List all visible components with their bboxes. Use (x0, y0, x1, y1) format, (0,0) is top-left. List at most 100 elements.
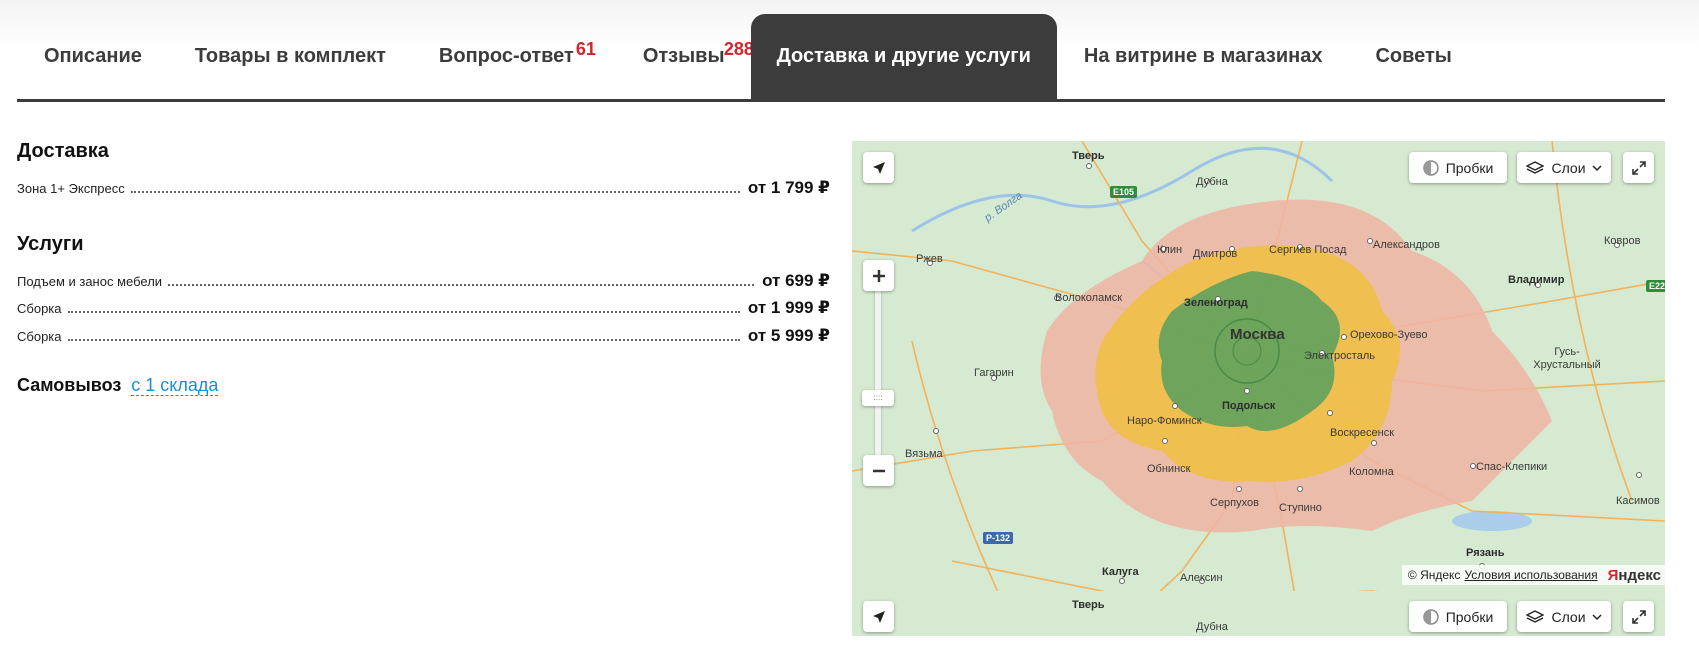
map-road-sign: E22 (1646, 280, 1665, 292)
delivery-title: Доставка (17, 140, 109, 162)
map-label-city: Обнинск (1147, 463, 1191, 475)
layers-button[interactable]: Слои (1517, 601, 1611, 632)
questions-count-badge: 61 (575, 39, 596, 59)
map-road-sign: Р-132 (983, 532, 1014, 544)
yandex-logo-rest: ндекс (1618, 566, 1661, 584)
map-label-city: Касимов (1616, 495, 1660, 507)
map-label-city: Спас-Клепики (1476, 461, 1548, 473)
tab-label: Описание (44, 45, 142, 67)
traffic-label: Пробки (1445, 159, 1494, 176)
dotted-leader (67, 339, 740, 341)
service-label: Подъем и занос мебели (17, 274, 163, 289)
fullscreen-icon (1631, 609, 1647, 625)
service-price: от 699 ₽ (762, 271, 830, 290)
map-label-city: Подольск (1222, 400, 1276, 412)
tab-delivery[interactable]: Доставка и другие услуги (750, 14, 1057, 99)
service-label: Сборка (17, 301, 62, 316)
map-label-city: Тверь (1072, 599, 1105, 611)
map-label-city: Наро-Фоминск (1127, 415, 1202, 427)
delivery-label: Зона 1+ Экспресс (17, 181, 125, 196)
map-label-city: Электросталь (1304, 350, 1375, 362)
tab-label: Вопрос-ответ (438, 45, 574, 67)
map-label-city: Серпухов (1210, 497, 1259, 509)
traffic-icon (1422, 608, 1439, 625)
service-price: от 1 999 ₽ (747, 298, 830, 317)
map-label-city: Дубна (1196, 621, 1228, 633)
tab-reviews[interactable]: Отзывы 288 (643, 14, 754, 99)
map-label-city: Рязань (1466, 547, 1505, 559)
map-label-city: Александров (1373, 239, 1440, 251)
map-label-city: Коломна (1349, 466, 1394, 478)
fullscreen-button[interactable] (1623, 152, 1654, 183)
copyright-text: © Яндекс (1407, 568, 1461, 582)
traffic-button[interactable]: Пробки (1409, 601, 1507, 632)
delivery-zones-map[interactable]: Тверь Дубна E105 р. Волга Клин Дмитров С… (852, 141, 1665, 636)
services-title: Услуги (17, 233, 84, 255)
map-label-city: Ступино (1279, 502, 1322, 514)
map-label-city: Зеленоград (1184, 297, 1248, 309)
dotted-leader (130, 191, 740, 193)
map-label-city: Тверь (1072, 150, 1105, 162)
delivery-row: Зона 1+ Экспресс от 1 799 ₽ (17, 174, 830, 198)
fullscreen-button[interactable] (1623, 601, 1654, 632)
chevron-down-icon (1591, 164, 1602, 172)
tab-in-stores[interactable]: На витрине в магазинах (1084, 14, 1323, 99)
map-copyright: © Яндекс Условия использования Яндекс (1401, 565, 1665, 585)
map-label-city: Дубна (1196, 176, 1228, 188)
tab-questions[interactable]: Вопрос-ответ 61 (438, 14, 596, 99)
tab-label: Советы (1375, 45, 1452, 67)
arrow-locate-icon (871, 609, 887, 625)
layers-label: Слои (1551, 608, 1586, 625)
map-road-sign: E105 (1110, 186, 1138, 198)
traffic-button[interactable]: Пробки (1409, 152, 1507, 183)
map-label-city: Воскресенск (1330, 427, 1395, 439)
map-canvas (852, 141, 1665, 636)
product-tabs: Описание Товары в комплект Вопрос-ответ 6… (17, 14, 1665, 102)
tab-label: На витрине в магазинах (1083, 45, 1323, 67)
service-label: Сборка (17, 329, 62, 344)
layers-icon (1526, 160, 1545, 176)
arrow-locate-icon (871, 160, 887, 176)
traffic-label: Пробки (1445, 608, 1494, 625)
map-label-city: Владимир (1508, 274, 1565, 286)
tab-description[interactable]: Описание (44, 14, 142, 99)
locate-button[interactable] (863, 152, 894, 183)
delivery-price: от 1 799 ₽ (747, 178, 830, 197)
map-label-city: Вязьма (905, 448, 943, 460)
zoom-slider-handle[interactable]: :::: (862, 390, 894, 406)
dotted-leader (168, 284, 755, 286)
traffic-icon (1422, 159, 1439, 176)
map-label-city: Волоколамск (1055, 292, 1123, 304)
map-label-city: Гагарин (974, 367, 1014, 379)
zoom-out-button[interactable] (863, 455, 894, 486)
terms-of-use-link[interactable]: Условия использования (1464, 568, 1597, 582)
yandex-logo-y: Я (1607, 566, 1619, 584)
locate-button[interactable] (863, 601, 894, 632)
map-label-city: Ржев (916, 253, 943, 265)
dotted-leader (67, 311, 740, 313)
service-row: Сборка от 1 999 ₽ (17, 294, 830, 318)
pickup-line: Самовывоз с 1 склада (17, 375, 219, 396)
tab-label: Товары в комплект (194, 45, 386, 67)
map-label-city: Ковров (1604, 235, 1641, 247)
map-label-city: Клин (1157, 244, 1183, 256)
service-row: Подъем и занос мебели от 699 ₽ (17, 267, 830, 291)
service-row: Сборка от 5 999 ₽ (17, 322, 830, 346)
map-label-city: Калуга (1102, 566, 1139, 578)
zoom-in-button[interactable] (863, 260, 894, 291)
zoom-slider-track[interactable] (875, 289, 881, 459)
pickup-warehouses-link[interactable]: с 1 склада (131, 375, 219, 396)
map-label-city: Гусь-Хрустальный (1533, 346, 1601, 371)
minus-icon (871, 463, 887, 479)
service-price: от 5 999 ₽ (747, 326, 830, 345)
yandex-logo: Яндекс (1608, 567, 1661, 584)
reviews-count-badge: 288 (723, 39, 754, 59)
map-label-city: Алексин (1180, 572, 1223, 584)
chevron-down-icon (1591, 613, 1602, 621)
tab-tips[interactable]: Советы (1375, 14, 1451, 99)
fullscreen-icon (1631, 160, 1647, 176)
tab-label: Доставка и другие услуги (776, 45, 1031, 67)
map-label-city: Дмитров (1193, 248, 1238, 260)
tab-set-items[interactable]: Товары в комплект (195, 14, 386, 99)
layers-button[interactable]: Слои (1517, 152, 1611, 183)
